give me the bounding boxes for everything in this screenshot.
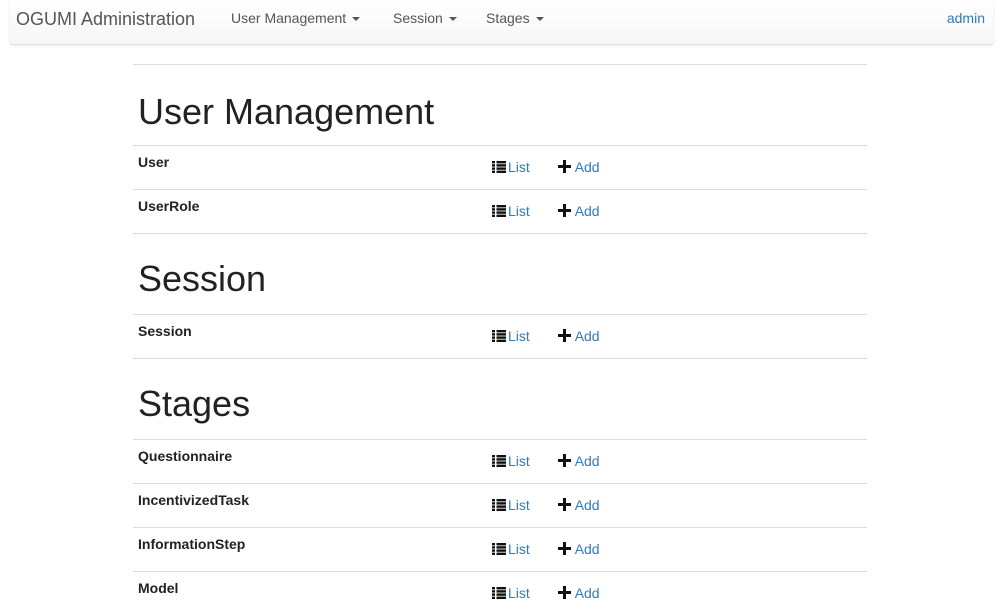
add-link[interactable]: Add (557, 541, 600, 557)
list-link[interactable]: List (492, 159, 530, 175)
model-row-session: Session List Add (133, 314, 867, 359)
list-icon (492, 455, 506, 467)
list-icon (492, 499, 506, 511)
add-link[interactable]: Add (557, 328, 600, 344)
admin-index: User Management User List Add UserRole L… (133, 64, 867, 616)
list-icon (492, 543, 506, 555)
add-link[interactable]: Add (557, 203, 600, 219)
list-icon (492, 205, 506, 217)
add-link[interactable]: Add (557, 453, 600, 469)
plus-icon (557, 498, 571, 511)
nav-menu-label: User Management (231, 10, 347, 26)
list-label: List (508, 497, 530, 513)
list-link[interactable]: List (492, 585, 530, 601)
add-label: Add (574, 541, 600, 557)
top-navbar: OGUMI Administration User Management Ses… (10, 0, 993, 45)
plus-icon (557, 204, 571, 217)
nav-menu-label: Session (393, 10, 443, 26)
list-label: List (508, 203, 530, 219)
list-icon (492, 330, 506, 342)
model-name: InformationStep (138, 536, 246, 552)
add-link[interactable]: Add (557, 159, 600, 175)
model-table-session: Session List Add (133, 314, 867, 359)
model-table-user-management: User List Add UserRole List Add (133, 145, 867, 234)
add-link[interactable]: Add (557, 585, 600, 601)
plus-icon (557, 329, 571, 342)
model-row-incentivizedtask: IncentivizedTask List Add (133, 483, 867, 528)
list-label: List (508, 453, 530, 469)
add-label: Add (574, 328, 600, 344)
model-name: Questionnaire (138, 448, 233, 464)
add-label: Add (574, 497, 600, 513)
caret-down-icon (448, 17, 457, 22)
list-label: List (508, 328, 530, 344)
list-link[interactable]: List (492, 328, 530, 344)
plus-icon (557, 586, 571, 599)
list-label: List (508, 541, 530, 557)
list-label: List (508, 159, 530, 175)
model-row-user: User List Add (133, 145, 867, 190)
plus-icon (557, 542, 571, 555)
nav-menu-label: Stages (486, 10, 530, 26)
list-link[interactable]: List (492, 541, 530, 557)
section-heading-stages: Stages (138, 383, 251, 424)
section-heading-session: Session (138, 258, 267, 299)
plus-icon (557, 454, 571, 467)
plus-icon (557, 160, 571, 173)
list-link[interactable]: List (492, 203, 530, 219)
model-row-questionnaire: Questionnaire List Add (133, 439, 867, 484)
add-label: Add (574, 453, 600, 469)
add-label: Add (574, 585, 600, 601)
list-label: List (508, 585, 530, 601)
caret-down-icon (535, 17, 544, 22)
model-name: Model (138, 580, 179, 596)
model-row-userrole: UserRole List Add (133, 189, 867, 234)
nav-menu-stages[interactable]: Stages (486, 10, 544, 26)
add-link[interactable]: Add (557, 497, 600, 513)
list-link[interactable]: List (492, 497, 530, 513)
model-table-stages: Questionnaire List Add IncentivizedTask … (133, 439, 867, 616)
section-heading-user-management: User Management (138, 91, 435, 132)
caret-down-icon (352, 17, 361, 22)
model-row-informationstep: InformationStep List Add (133, 527, 867, 572)
model-name: IncentivizedTask (138, 492, 250, 508)
add-label: Add (574, 203, 600, 219)
list-link[interactable]: List (492, 453, 530, 469)
nav-menu-session[interactable]: Session (393, 10, 457, 26)
brand-title[interactable]: OGUMI Administration (16, 9, 195, 30)
nav-menu-user-management[interactable]: User Management (231, 10, 361, 26)
list-icon (492, 587, 506, 599)
user-menu-admin[interactable]: admin (947, 10, 985, 26)
model-name: UserRole (138, 198, 200, 214)
list-icon (492, 161, 506, 173)
model-name: Session (138, 323, 192, 339)
model-row-model: Model List Add (133, 571, 867, 616)
model-name: User (138, 154, 170, 170)
add-label: Add (574, 159, 600, 175)
